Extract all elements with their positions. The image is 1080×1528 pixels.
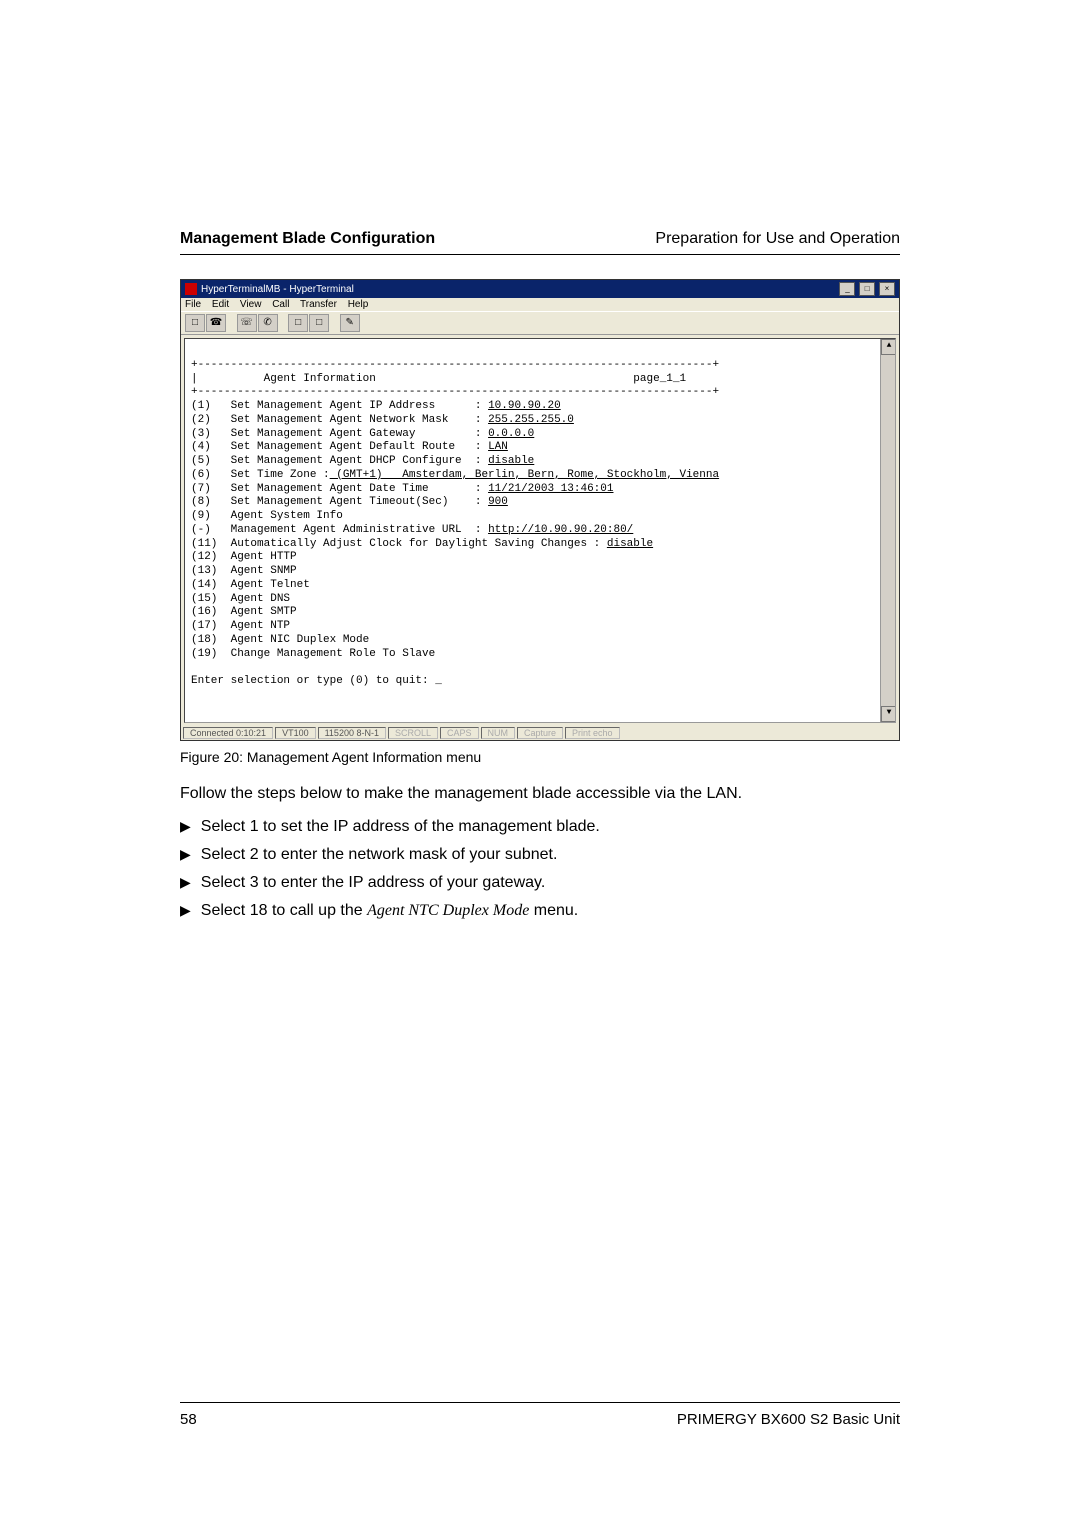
steps-list: ▶ Select 1 to set the IP address of the m… xyxy=(180,818,900,920)
app-icon xyxy=(185,283,197,295)
toolbar-btn-2[interactable]: ☎ xyxy=(206,314,226,332)
step-text: Select 3 to enter the IP address of your… xyxy=(201,874,546,892)
step-marker-icon: ▶ xyxy=(180,902,191,920)
page-header: Management Blade Configuration Preparati… xyxy=(180,230,900,255)
step-marker-icon: ▶ xyxy=(180,818,191,836)
step-item: ▶ Select 18 to call up the Agent NTC Dupl… xyxy=(180,902,900,920)
menu-edit[interactable]: Edit xyxy=(212,299,229,310)
close-button[interactable]: × xyxy=(879,282,895,296)
toolbar-btn-1[interactable]: □ xyxy=(185,314,205,332)
status-num: NUM xyxy=(481,727,516,739)
step-marker-icon: ▶ xyxy=(180,874,191,892)
menu-call[interactable]: Call xyxy=(272,299,289,310)
status-baud: 115200 8-N-1 xyxy=(318,727,386,739)
scroll-up-icon[interactable]: ▲ xyxy=(881,339,896,355)
window-controls: _ □ × xyxy=(838,282,895,296)
terminal-rows: (1) Set Management Agent IP Address : 10… xyxy=(191,400,719,660)
statusbar: Connected 0:10:21 VT100 115200 8-N-1 SCR… xyxy=(181,726,899,740)
maximize-button[interactable]: □ xyxy=(859,282,875,296)
hyperterminal-window: HyperTerminalMB - HyperTerminal _ □ × Fi… xyxy=(180,279,900,741)
step-marker-icon: ▶ xyxy=(180,846,191,864)
toolbar-btn-7[interactable]: ✎ xyxy=(340,314,360,332)
menu-file[interactable]: File xyxy=(185,299,201,310)
menu-transfer[interactable]: Transfer xyxy=(300,299,337,310)
status-emulation: VT100 xyxy=(275,727,316,739)
titlebar: HyperTerminalMB - HyperTerminal _ □ × xyxy=(181,280,899,298)
step-text: Select 1 to set the IP address of the ma… xyxy=(201,818,600,836)
status-scroll: SCROLL xyxy=(388,727,438,739)
status-echo: Print echo xyxy=(565,727,620,739)
status-caps: CAPS xyxy=(440,727,479,739)
status-connected: Connected 0:10:21 xyxy=(183,727,273,739)
menu-view[interactable]: View xyxy=(240,299,262,310)
term-border-mid: +---------------------------------------… xyxy=(191,386,719,398)
term-header-right: page_1_1 xyxy=(633,373,686,385)
term-header-left: | Agent Information xyxy=(191,373,376,385)
page-footer: 58 PRIMERGY BX600 S2 Basic Unit xyxy=(180,1402,900,1428)
term-border-top: +---------------------------------------… xyxy=(191,359,719,371)
step-item: ▶ Select 1 to set the IP address of the m… xyxy=(180,818,900,836)
minimize-button[interactable]: _ xyxy=(839,282,855,296)
menu-help[interactable]: Help xyxy=(348,299,369,310)
window-title: HyperTerminalMB - HyperTerminal xyxy=(201,284,354,295)
step-item: ▶ Select 2 to enter the network mask of y… xyxy=(180,846,900,864)
step-item: ▶ Select 3 to enter the IP address of you… xyxy=(180,874,900,892)
step-text: Select 18 to call up the Agent NTC Duple… xyxy=(201,902,578,920)
terminal-prompt[interactable]: Enter selection or type (0) to quit: _ xyxy=(191,675,442,687)
footer-title: PRIMERGY BX600 S2 Basic Unit xyxy=(677,1411,900,1428)
step-text: Select 2 to enter the network mask of yo… xyxy=(201,846,558,864)
toolbar-btn-5[interactable]: □ xyxy=(288,314,308,332)
toolbar-btn-3[interactable]: ☏ xyxy=(237,314,257,332)
figure-caption: Figure 20: Management Agent Information … xyxy=(180,749,900,765)
header-right: Preparation for Use and Operation xyxy=(655,230,900,248)
toolbar: □☎ ☏✆ □□ ✎ xyxy=(181,311,899,335)
toolbar-btn-4[interactable]: ✆ xyxy=(258,314,278,332)
toolbar-btn-6[interactable]: □ xyxy=(309,314,329,332)
instruction-text: Follow the steps below to make the manag… xyxy=(180,783,900,805)
scroll-down-icon[interactable]: ▼ xyxy=(881,706,896,722)
menubar: File Edit View Call Transfer Help xyxy=(181,298,899,311)
scrollbar[interactable]: ▲ ▼ xyxy=(880,339,895,722)
terminal-body: +---------------------------------------… xyxy=(184,338,896,723)
page-number: 58 xyxy=(180,1411,197,1428)
status-capture: Capture xyxy=(517,727,563,739)
header-left: Management Blade Configuration xyxy=(180,230,435,248)
